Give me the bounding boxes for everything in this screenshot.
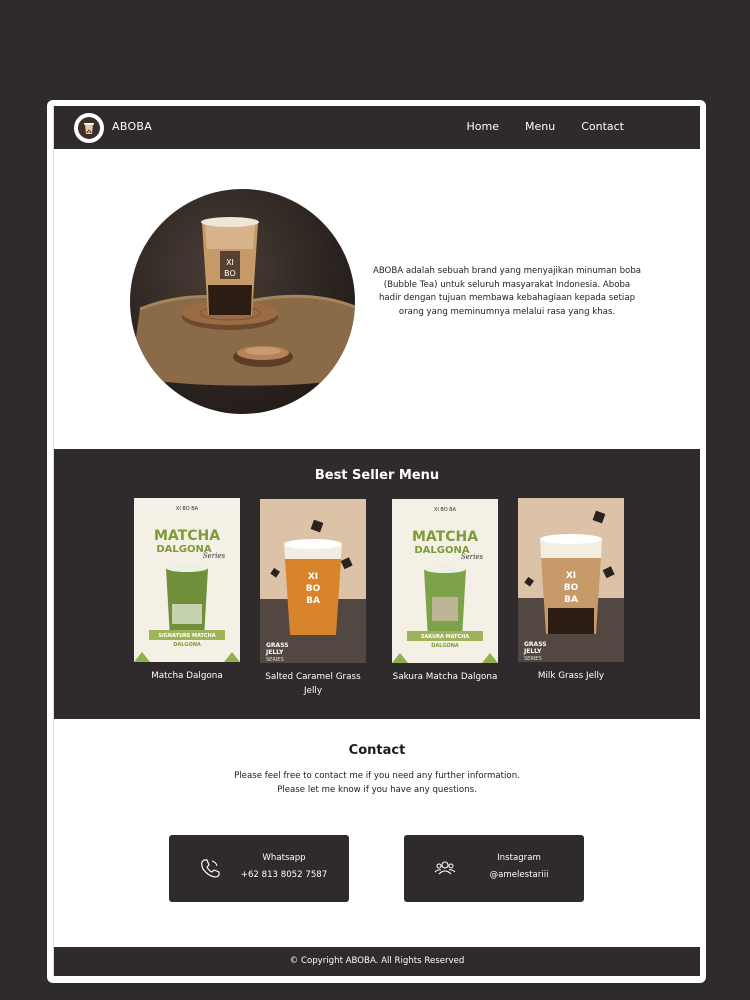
whatsapp-label: Whatsapp — [262, 853, 306, 863]
svg-text:BA: BA — [564, 595, 578, 605]
svg-text:XI BO BA: XI BO BA — [434, 507, 457, 513]
footer: © Copyright ABOBA. All Rights Reserved — [54, 947, 700, 976]
svg-text:XI: XI — [308, 572, 318, 582]
contact-line-2: Please let me know if you have any quest… — [277, 785, 477, 795]
hero-description: ABOBA adalah sebuah brand yang menyajika… — [372, 266, 642, 317]
hero-section: XI BO ABOBA adalah sebuah brand yang men… — [54, 149, 700, 449]
contact-section: Contact Please feel free to contact me i… — [54, 719, 700, 947]
best-seller-section: Best Seller Menu XI BO BA MATCHA DALGONA… — [54, 449, 700, 719]
brand-name[interactable]: ABOBA — [112, 120, 152, 133]
svg-text:XI: XI — [226, 258, 234, 267]
svg-text:BA: BA — [306, 596, 320, 606]
boba-cup-icon — [78, 117, 100, 139]
svg-text:Series: Series — [461, 553, 484, 561]
product-poster: XI BO BA GRASS JELLY SERIES — [260, 499, 366, 663]
product-card[interactable]: XI BO BA GRASS JELLY SERIES Milk Grass J… — [518, 498, 624, 684]
nav-home[interactable]: Home — [467, 120, 499, 133]
svg-text:MATCHA: MATCHA — [412, 529, 478, 545]
instagram-card[interactable]: Instagram @amelestariii — [404, 835, 584, 902]
contact-title: Contact — [348, 743, 406, 758]
svg-text:JELLY: JELLY — [523, 648, 542, 655]
product-card[interactable]: XI BO BA GRASS JELLY SERIES Salted Caram… — [260, 499, 366, 698]
poster-title: MATCHA — [154, 528, 220, 544]
browser-frame: ABOBA Home Menu Contact XI BO ABOBA adal… — [47, 100, 706, 983]
svg-text:XI: XI — [566, 571, 576, 581]
svg-text:BO: BO — [306, 584, 321, 594]
nav-menu[interactable]: Menu — [525, 120, 555, 133]
svg-text:DALGONA: DALGONA — [431, 643, 459, 649]
product-name: Sakura Matcha Dalgona — [392, 672, 498, 682]
instagram-handle[interactable]: @amelestariii — [464, 870, 574, 880]
svg-text:SERIES: SERIES — [524, 656, 542, 662]
svg-text:SERIES: SERIES — [266, 657, 284, 663]
brand-logo[interactable] — [74, 113, 104, 143]
product-poster: XI BO BA MATCHA DALGONA Series SAKURA MA… — [392, 499, 498, 663]
svg-text:GRASS: GRASS — [524, 641, 547, 648]
product-name: Milk Grass Jelly — [537, 671, 605, 681]
product-card[interactable]: XI BO BA MATCHA DALGONA Series SAKURA MA… — [392, 499, 498, 685]
svg-text:GRASS: GRASS — [266, 642, 289, 649]
page: ABOBA Home Menu Contact XI BO ABOBA adal… — [53, 106, 700, 976]
product-card[interactable]: XI BO BA MATCHA DALGONA Series SIGNATURE… — [134, 498, 240, 684]
product-poster: XI BO BA MATCHA DALGONA Series SIGNATURE… — [134, 498, 240, 662]
product-name: Matcha Dalgona — [151, 671, 223, 681]
svg-text:DALGONA: DALGONA — [173, 642, 201, 648]
svg-text:JELLY: JELLY — [265, 649, 284, 656]
contact-intro: Please feel free to contact me if you ne… — [54, 769, 700, 797]
contact-line-1: Please feel free to contact me if you ne… — [234, 771, 520, 781]
hero-image: XI BO — [130, 189, 355, 414]
instagram-label: Instagram — [497, 853, 541, 863]
svg-text:SIGNATURE MATCHA: SIGNATURE MATCHA — [158, 633, 215, 639]
whatsapp-card[interactable]: Whatsapp +62 813 8052 7587 — [169, 835, 349, 902]
phone-icon — [199, 857, 221, 879]
svg-text:BO: BO — [564, 583, 579, 593]
svg-text:SAKURA MATCHA: SAKURA MATCHA — [421, 634, 469, 640]
whatsapp-number[interactable]: +62 813 8052 7587 — [229, 870, 339, 880]
product-name: Salted Caramel Grass Jelly — [265, 672, 361, 696]
copyright-text: © Copyright ABOBA. All Rights Reserved — [289, 956, 465, 966]
people-icon — [434, 857, 456, 879]
nav-contact[interactable]: Contact — [581, 120, 624, 133]
best-seller-title: Best Seller Menu — [314, 468, 440, 483]
navbar: ABOBA Home Menu Contact — [54, 106, 700, 149]
svg-text:BO: BO — [224, 269, 236, 278]
svg-text:Series: Series — [203, 552, 226, 560]
nav-links: Home Menu Contact — [467, 120, 624, 133]
product-poster: XI BO BA GRASS JELLY SERIES — [518, 498, 624, 662]
svg-text:XI BO BA: XI BO BA — [176, 506, 199, 512]
